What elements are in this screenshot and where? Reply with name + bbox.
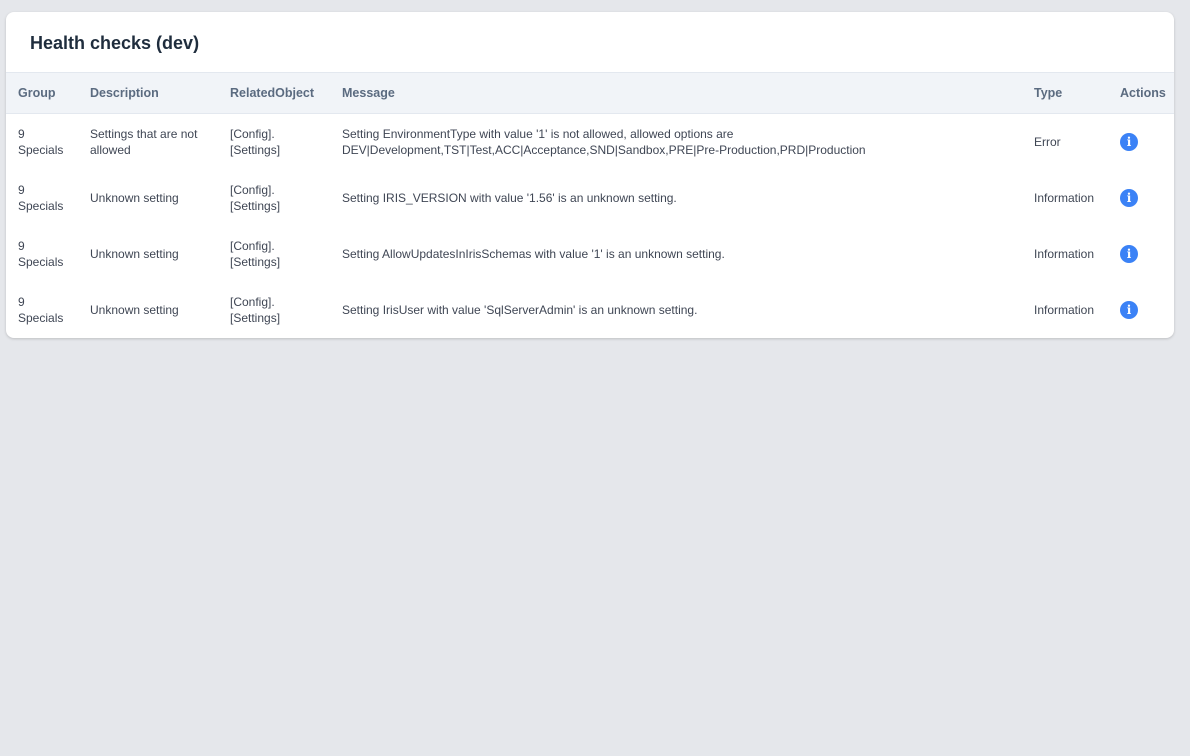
description-cell: Unknown setting [90,302,179,317]
table-row: 9 Specials Unknown setting [Config]. [Se… [6,282,1174,338]
group-number: 9 [18,182,25,197]
table-row: 9 Specials Settings that are not allowed… [6,114,1174,170]
message-cell: Setting AllowUpdatesInIrisSchemas with v… [330,226,1022,282]
table-header: Group Description RelatedObject Message … [6,72,1174,114]
column-header-type[interactable]: Type [1022,72,1108,114]
related-object-cell: [Config]. [Settings] [218,170,330,226]
message-cell: Setting IRIS_VERSION with value '1.56' i… [330,170,1022,226]
related-object-line: [Config]. [230,126,275,141]
column-header-group[interactable]: Group [6,72,78,114]
type-cell: Information [1034,246,1095,261]
message-cell: Setting IrisUser with value 'SqlServerAd… [330,282,1022,338]
related-object-line: [Settings] [230,142,281,157]
message-line: Setting EnvironmentType with value '1' i… [342,126,734,141]
group-cell: 9 Specials [6,114,78,170]
column-header-related-object[interactable]: RelatedObject [218,72,330,114]
group-name: Specials [18,310,64,325]
related-object-cell: [Config]. [Settings] [218,282,330,338]
table-row: 9 Specials Unknown setting [Config]. [Se… [6,170,1174,226]
message-line: Setting IrisUser with value 'SqlServerAd… [342,302,698,317]
related-object-line: [Settings] [230,254,281,269]
description-cell: Unknown setting [90,190,179,205]
group-number: 9 [18,238,25,253]
related-object-line: [Settings] [230,198,281,213]
group-name: Specials [18,142,64,157]
health-checks-card: Health checks (dev) Group Description Re… [6,12,1174,338]
message-cell: Setting EnvironmentType with value '1' i… [330,114,1022,170]
info-icon[interactable]: i [1120,132,1138,151]
message-line: DEV|Development,TST|Test,ACC|Acceptance,… [342,142,866,157]
message-line: Setting IRIS_VERSION with value '1.56' i… [342,190,677,205]
health-checks-table: Group Description RelatedObject Message … [6,72,1174,338]
table-header-row: Group Description RelatedObject Message … [6,72,1174,114]
type-cell: Information [1034,302,1095,317]
related-object-line: [Config]. [230,294,275,309]
column-header-description[interactable]: Description [78,72,218,114]
actions-cell: i [1108,226,1174,282]
group-number: 9 [18,294,25,309]
related-object-line: [Settings] [230,310,281,325]
related-object-cell: [Config]. [Settings] [218,114,330,170]
info-icon[interactable]: i [1120,300,1138,319]
info-icon[interactable]: i [1120,188,1138,207]
table-body: 9 Specials Settings that are not allowed… [6,114,1174,338]
group-name: Specials [18,198,64,213]
column-header-actions: Actions [1108,72,1174,114]
type-cell: Error [1034,134,1061,149]
description-cell: Unknown setting [90,246,179,261]
related-object-line: [Config]. [230,182,275,197]
group-number: 9 [18,126,25,141]
page-title: Health checks (dev) [30,33,200,53]
type-cell: Information [1034,190,1095,205]
description-cell: Settings that are not allowed [90,126,198,157]
group-cell: 9 Specials [6,170,78,226]
info-icon[interactable]: i [1120,244,1138,263]
table-row: 9 Specials Unknown setting [Config]. [Se… [6,226,1174,282]
actions-cell: i [1108,114,1174,170]
actions-cell: i [1108,282,1174,338]
group-cell: 9 Specials [6,226,78,282]
actions-cell: i [1108,170,1174,226]
related-object-line: [Config]. [230,238,275,253]
group-cell: 9 Specials [6,282,78,338]
column-header-message[interactable]: Message [330,72,1022,114]
group-name: Specials [18,254,64,269]
related-object-cell: [Config]. [Settings] [218,226,330,282]
message-line: Setting AllowUpdatesInIrisSchemas with v… [342,246,725,261]
